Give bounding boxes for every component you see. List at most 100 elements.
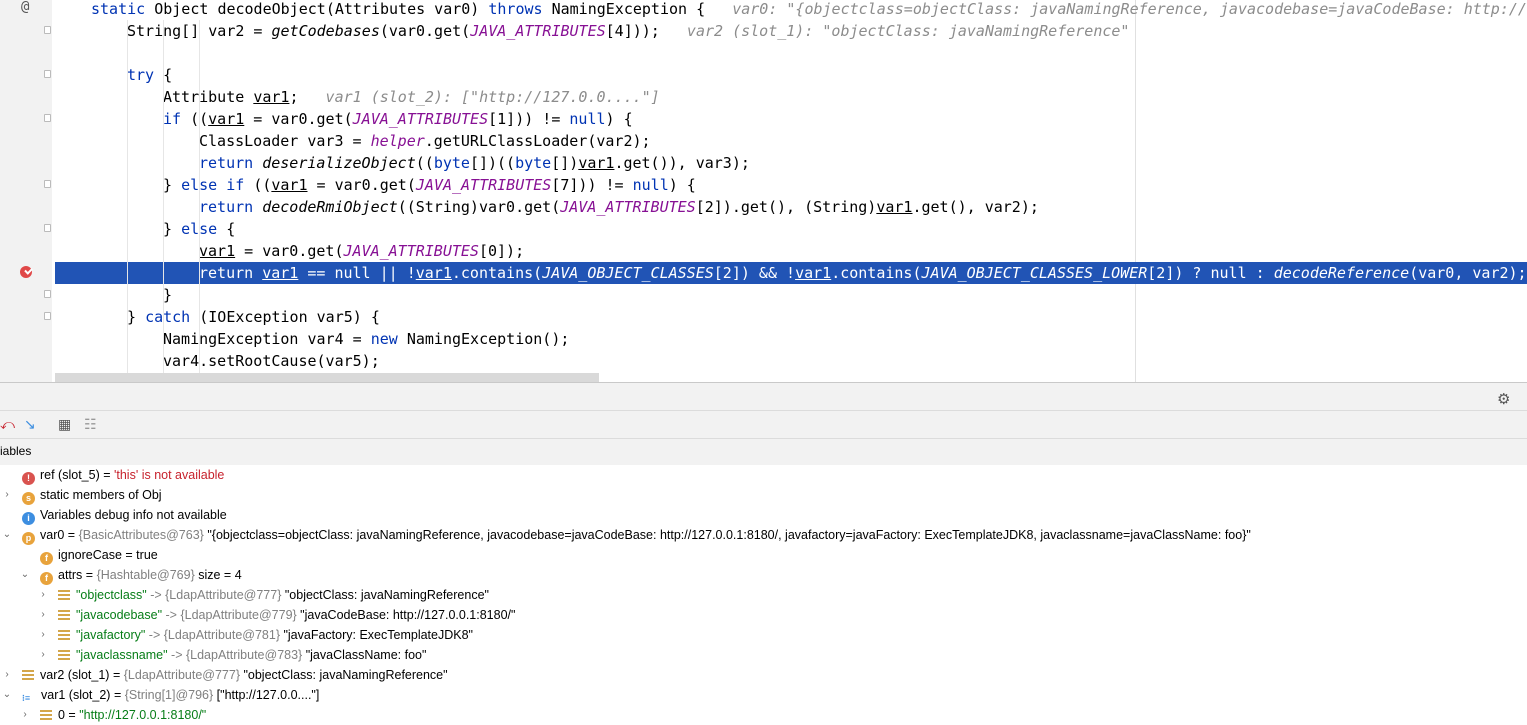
gutter-row[interactable]	[0, 42, 52, 64]
variable-row[interactable]: ! ref (slot_5) = 'this' is not available	[4, 465, 224, 485]
gutter-row[interactable]	[0, 240, 52, 262]
code-line[interactable]: Attribute var1; var1 (slot_2): ["http://…	[55, 86, 660, 108]
variable-row[interactable]: › s static members of Obj	[4, 485, 162, 505]
variable-row[interactable]: › "javacodebase" -> {LdapAttribute@779} "…	[40, 605, 515, 625]
variable-text: "javacodebase"	[76, 608, 163, 622]
settings-list-icon[interactable]: ☷	[84, 416, 97, 433]
fold-marker-icon[interactable]	[44, 312, 51, 320]
variable-row[interactable]: i Variables debug info not available	[4, 505, 227, 525]
variable-row[interactable]: f ignoreCase = true	[22, 545, 158, 565]
variable-content: f ignoreCase = true	[40, 548, 158, 565]
highlighted-code-line[interactable]: return var1 == null || !var1.contains(JA…	[55, 262, 1527, 284]
code-line[interactable]: var1 = var0.get(JAVA_ATTRIBUTES[0]);	[55, 240, 524, 262]
code-token: try	[127, 66, 164, 84]
chevron-right-icon[interactable]: ›	[38, 645, 48, 665]
indent-guide	[199, 20, 200, 382]
variable-text: Variables debug info not available	[40, 508, 227, 522]
code-line[interactable]: } else if ((var1 = var0.get(JAVA_ATTRIBU…	[55, 174, 696, 196]
editor-gutter[interactable]: @	[0, 0, 52, 382]
gutter-row[interactable]	[0, 86, 52, 108]
code-token: ((	[253, 176, 272, 194]
fold-marker-icon[interactable]	[44, 290, 51, 298]
breakpoint-icon[interactable]	[20, 266, 32, 278]
variable-text: "javafactory"	[76, 628, 146, 642]
step-cursor-icon[interactable]: ↘	[24, 416, 36, 433]
code-token: throws	[488, 0, 552, 18]
variable-row[interactable]: ⌄ ⁝≡ var1 (slot_2) = {String[1]@796} ["htt…	[2, 685, 320, 705]
variable-row[interactable]: › var2 (slot_1) = {LdapAttribute@777} "ob…	[2, 665, 447, 685]
code-line[interactable]: NamingException var4 = new NamingExcepti…	[55, 328, 569, 350]
code-token: helper	[370, 132, 425, 150]
fold-marker-icon[interactable]	[44, 224, 51, 232]
gutter-row[interactable]	[0, 108, 52, 130]
fold-marker-icon[interactable]	[44, 26, 51, 34]
code-token: ) {	[605, 110, 633, 128]
variable-text: var1 (slot_2)	[41, 688, 111, 702]
fold-marker-icon[interactable]	[44, 70, 51, 78]
variables-title: iables	[0, 444, 32, 458]
variable-row[interactable]: › "javaclassname" -> {LdapAttribute@783} …	[40, 645, 426, 665]
gutter-row[interactable]: @	[0, 0, 52, 20]
evaluate-table-icon[interactable]: ▦	[58, 416, 71, 433]
chevron-down-icon[interactable]: ⌄	[2, 685, 12, 705]
chevron-down-icon[interactable]: ⌄	[20, 565, 30, 585]
gutter-row[interactable]	[0, 152, 52, 174]
chevron-right-icon[interactable]: ›	[2, 665, 12, 685]
gutter-row[interactable]	[0, 284, 52, 306]
chevron-down-icon[interactable]: ⌄	[2, 525, 12, 545]
gutter-row[interactable]	[0, 350, 52, 372]
code-line[interactable]: } catch (IOException var5) {	[55, 306, 380, 328]
variable-text: 'this' is not available	[114, 468, 225, 482]
code-line[interactable]: return deserializeObject((byte[])((byte[…	[55, 152, 750, 174]
code-line[interactable]: return decodeRmiObject((String)var0.get(…	[55, 196, 1039, 218]
code-token: [])	[551, 154, 579, 172]
gutter-row[interactable]	[0, 20, 52, 42]
variable-row[interactable]: › 0 = "http://127.0.0.1:8180/"	[22, 705, 206, 725]
code-line[interactable]: try {	[55, 64, 172, 86]
chevron-right-icon[interactable]: ›	[38, 605, 48, 625]
variable-text: 0	[58, 708, 65, 722]
code-token: [2]) && !	[713, 264, 796, 282]
gutter-row[interactable]	[0, 218, 52, 240]
code-line[interactable]: } else {	[55, 218, 235, 240]
variable-text: "objectclass"	[76, 588, 147, 602]
gear-icon[interactable]: ⚙	[1497, 390, 1510, 408]
code-token: var1	[199, 242, 236, 260]
code-line[interactable]: if ((var1 = var0.get(JAVA_ATTRIBUTES[1])…	[55, 108, 633, 130]
chevron-right-icon[interactable]: ›	[38, 585, 48, 605]
code-editor[interactable]: @ static Object decodeObject(Attributes …	[0, 0, 1527, 382]
gutter-row[interactable]	[0, 64, 52, 86]
gutter-row[interactable]	[0, 306, 52, 328]
code-line[interactable]: }	[55, 284, 172, 306]
restore-frame-icon[interactable]: ⤺	[0, 416, 15, 433]
variable-row[interactable]: ⌄ p var0 = {BasicAttributes@763} "{objectc…	[2, 525, 1251, 545]
variable-row[interactable]: › "javafactory" -> {LdapAttribute@781} "j…	[40, 625, 473, 645]
horizontal-scrollbar[interactable]	[55, 373, 599, 382]
fold-marker-icon[interactable]	[44, 180, 51, 188]
gutter-row[interactable]	[0, 328, 52, 350]
gutter-row[interactable]	[0, 262, 52, 284]
chevron-right-icon[interactable]: ›	[38, 625, 48, 645]
code-line[interactable]: String[] var2 = getCodebases(var0.get(JA…	[55, 20, 1129, 42]
variable-text: {LdapAttribute@777}	[123, 668, 244, 682]
code-line[interactable]: ClassLoader var3 = helper.getURLClassLoa…	[55, 130, 651, 152]
gutter-row[interactable]	[0, 196, 52, 218]
fold-marker-icon[interactable]	[44, 114, 51, 122]
gutter-row[interactable]	[0, 130, 52, 152]
chevron-right-icon[interactable]: ›	[20, 705, 30, 725]
code-token: .contains(	[451, 264, 543, 282]
variables-tab-header[interactable]: iables	[0, 438, 1527, 466]
variable-row[interactable]: ⌄ f attrs = {Hashtable@769} size = 4	[20, 565, 242, 585]
code-line[interactable]: var4.setRootCause(var5);	[55, 350, 380, 372]
code-token: [0]);	[478, 242, 525, 260]
code-line[interactable]: static Object decodeObject(Attributes va…	[55, 0, 1527, 20]
variable-row[interactable]: › "objectclass" -> {LdapAttribute@777} "o…	[40, 585, 489, 605]
variable-text: ["http://127.0.0...."]	[216, 688, 320, 702]
variable-text: =	[110, 688, 125, 702]
variable-text: static	[40, 488, 70, 502]
code-token: = var0.get(	[235, 242, 344, 260]
override-marker-icon[interactable]: @	[21, 0, 29, 15]
gutter-row[interactable]	[0, 372, 52, 382]
gutter-row[interactable]	[0, 174, 52, 196]
chevron-right-icon[interactable]: ›	[2, 485, 12, 505]
